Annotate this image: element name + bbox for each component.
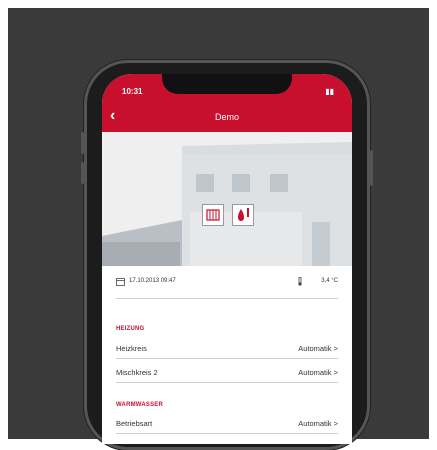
section-warmwasser-title: WARMWASSER: [116, 402, 163, 408]
outdoor-temperature: 3,4 °C: [321, 278, 338, 284]
row-heizkreis[interactable]: Heizkreis Automatik >: [116, 344, 338, 353]
timestamp: 17.10.2013 09:47: [129, 278, 176, 284]
row-value[interactable]: Automatik >: [298, 368, 338, 377]
app-screen: 10:31 ▮▮ ‹ Demo 17.10.2013 09:47 3,4 °C …: [102, 74, 352, 444]
divider: [116, 433, 338, 434]
app-header: 10:31 ▮▮ ‹ Demo: [102, 74, 352, 132]
phone-power-button: [370, 150, 373, 186]
row-mischkreis-2[interactable]: Mischkreis 2 Automatik >: [116, 368, 338, 377]
divider: [116, 358, 338, 359]
page-title: Demo: [214, 112, 239, 122]
house-graphic: [102, 132, 352, 266]
row-betriebsart[interactable]: Betriebsart Automatik >: [116, 419, 338, 428]
row-value[interactable]: Automatik >: [298, 344, 338, 353]
row-label: Betriebsart: [116, 419, 153, 428]
row-label: Heizkreis: [116, 344, 147, 353]
phone-side-button: [81, 132, 84, 154]
outdoor-temperature-icon: [298, 277, 302, 286]
row-label: Mischkreis 2: [116, 368, 158, 377]
divider: [116, 382, 338, 383]
info-row: 17.10.2013 09:47 3,4 °C: [116, 277, 338, 291]
signal-battery-icon: ▮▮: [325, 87, 334, 96]
hot-water-drop-icon[interactable]: [232, 204, 254, 226]
house-illustration: [102, 132, 352, 266]
section-heizung-title: HEIZUNG: [116, 326, 145, 332]
phone-side-button: [81, 162, 84, 184]
phone-notch: [162, 74, 292, 94]
radiator-icon[interactable]: [202, 204, 224, 226]
divider: [116, 298, 338, 299]
calendar-icon: [116, 278, 125, 286]
row-value[interactable]: Automatik >: [298, 419, 338, 428]
status-time: 10:31: [122, 87, 143, 96]
